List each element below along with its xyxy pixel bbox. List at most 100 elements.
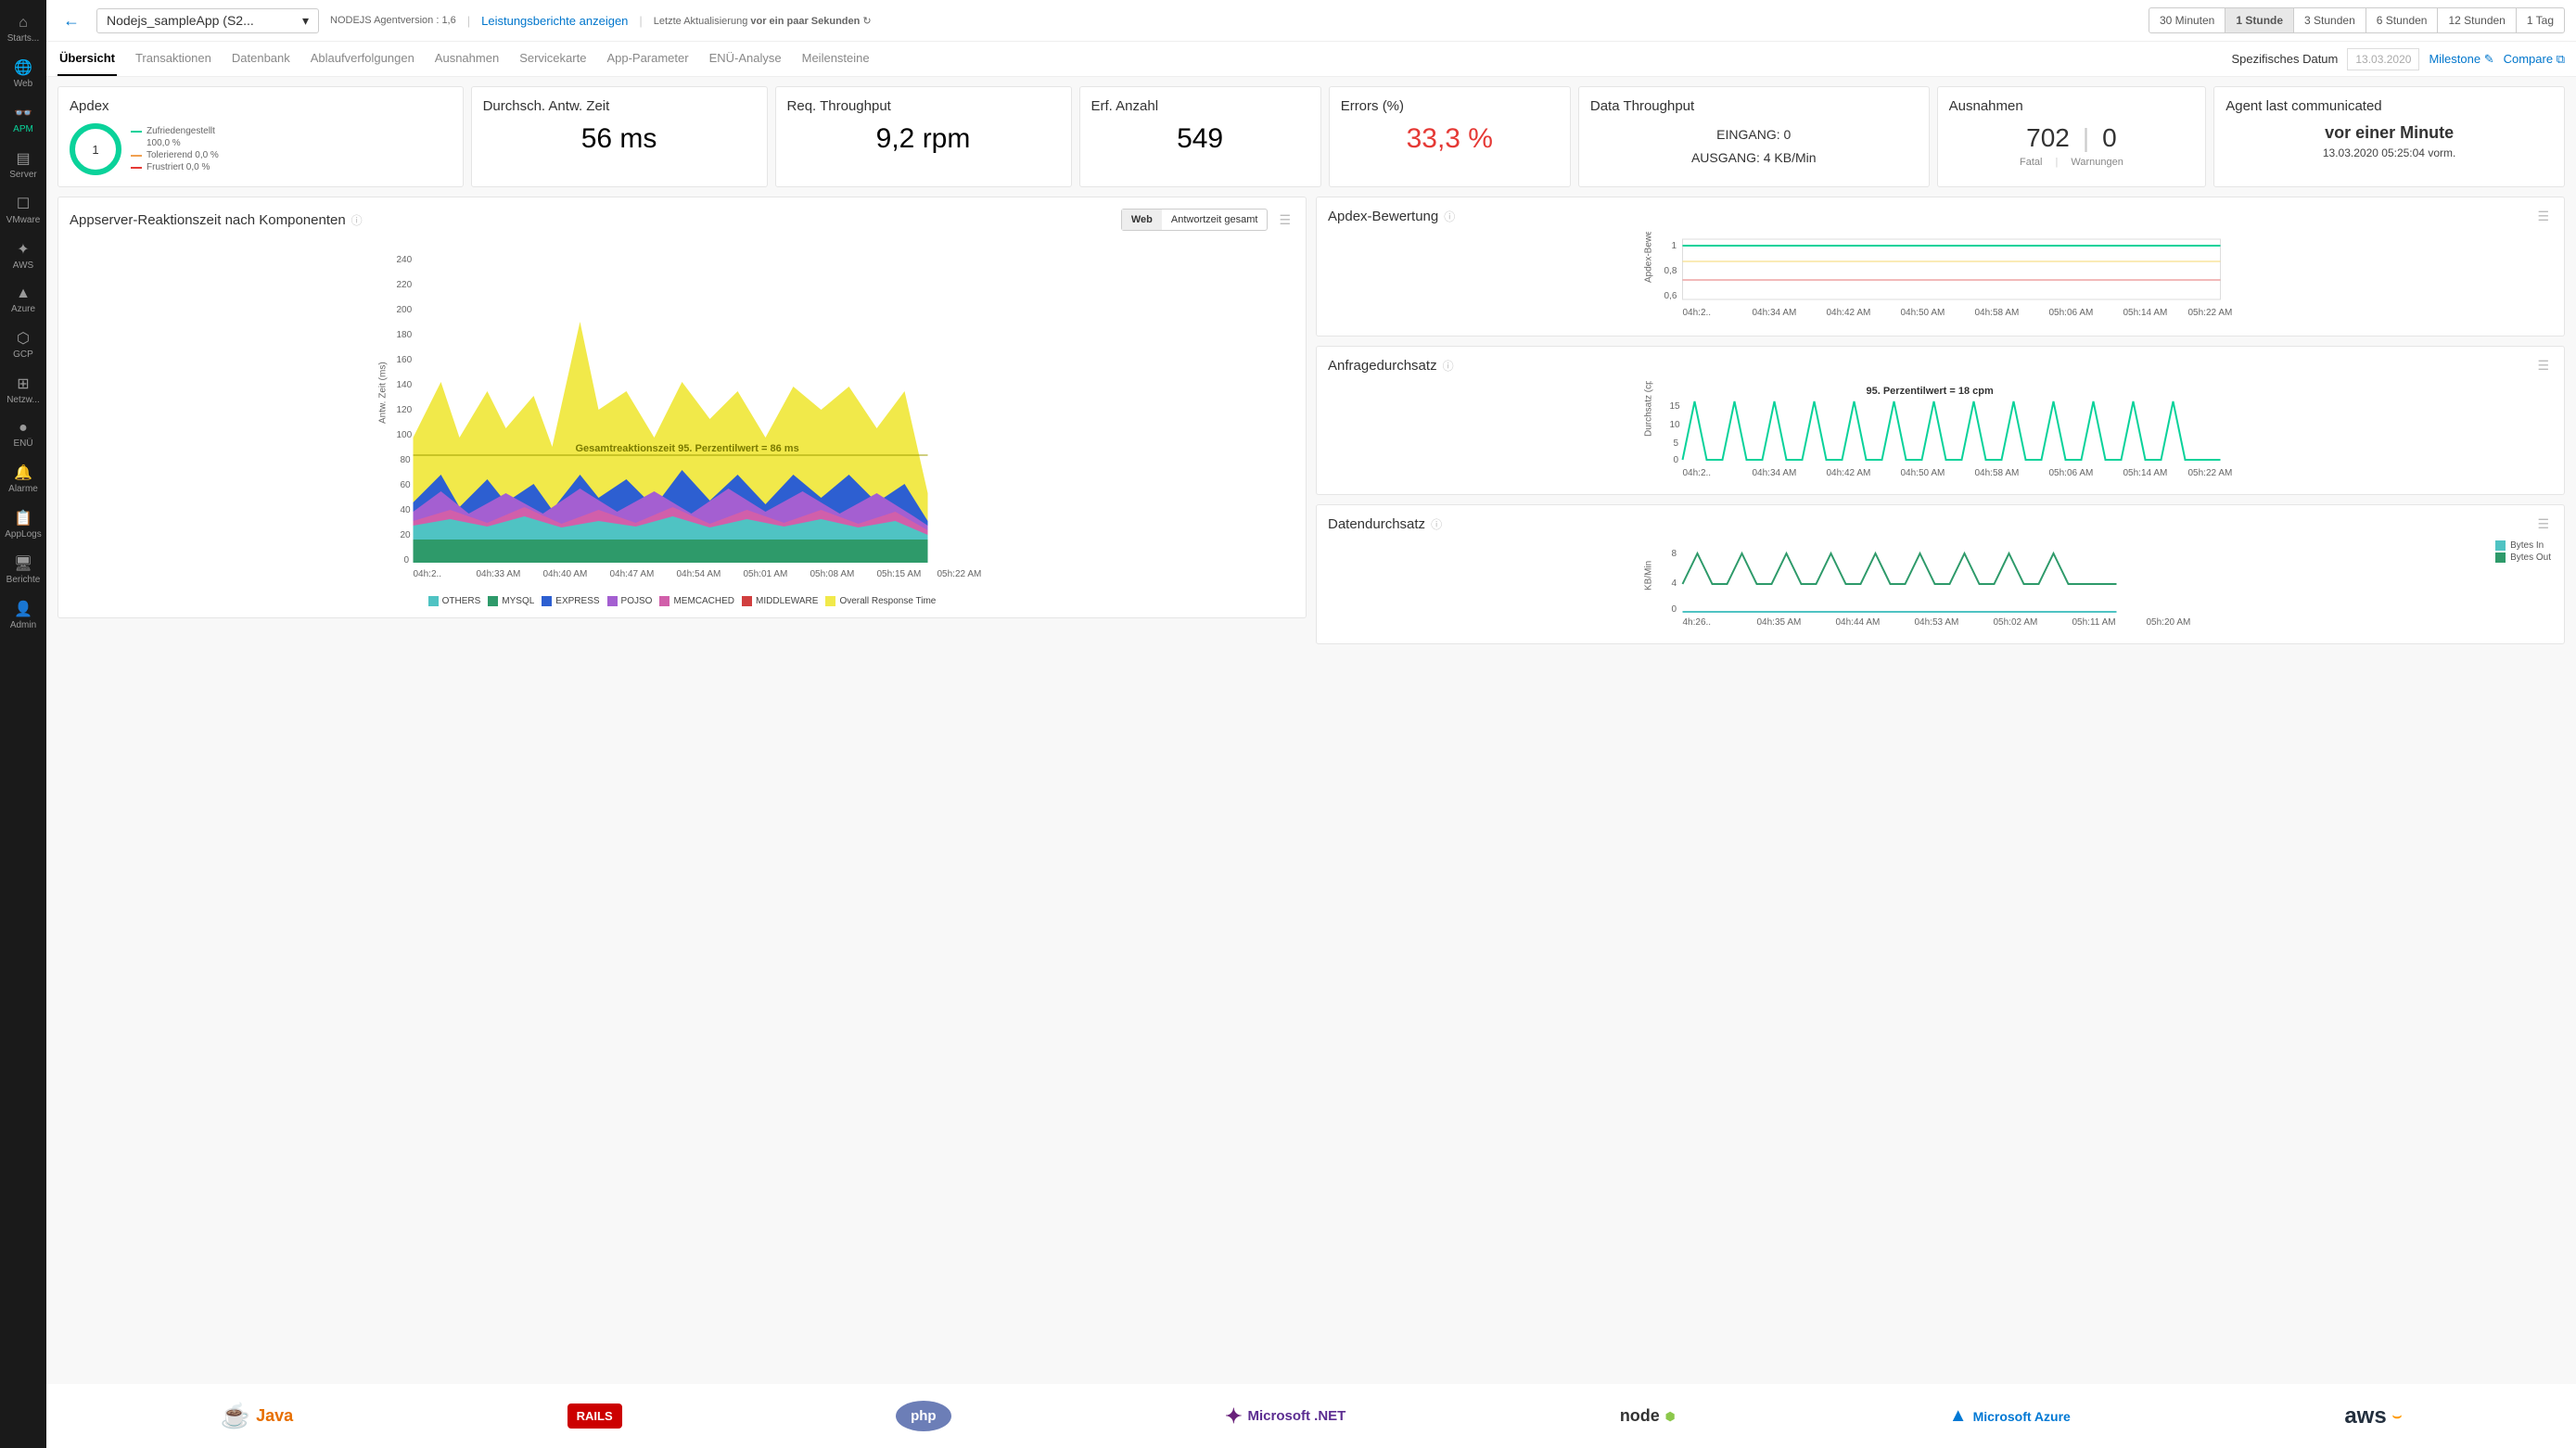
sidebar-item-web[interactable]: 🌐Web xyxy=(0,51,46,96)
chart-toggle: Web Antwortzeit gesamt xyxy=(1121,209,1269,231)
azure-icon: ▲ xyxy=(16,286,31,302)
sidebar-item-applogs[interactable]: 📋AppLogs xyxy=(0,502,46,547)
info-icon[interactable]: ⓘ xyxy=(351,212,363,228)
tab-exceptions[interactable]: Ausnahmen xyxy=(433,42,501,76)
logs-icon: 📋 xyxy=(14,509,32,527)
refresh-icon[interactable]: ↻ xyxy=(862,16,871,27)
tab-app-params[interactable]: App-Parameter xyxy=(605,42,690,76)
sidebar-item-network[interactable]: ⊞Netzw... xyxy=(0,367,46,413)
sidebar-item-start[interactable]: ⌂Starts... xyxy=(0,7,46,51)
response-time-chart: Appserver-Reaktionszeit nach Komponenten… xyxy=(57,197,1307,618)
sidebar-item-admin[interactable]: 👤Admin xyxy=(0,592,46,638)
time-30m[interactable]: 30 Minuten xyxy=(2149,8,2225,32)
svg-text:Antw. Zeit (ms): Antw. Zeit (ms) xyxy=(378,362,389,424)
topbar: ← Nodejs_sampleApp (S2... ▾ NODEJS Agent… xyxy=(46,0,2576,42)
info-icon[interactable]: ⓘ xyxy=(1444,209,1455,224)
svg-text:04h:50 AM: 04h:50 AM xyxy=(1901,468,1945,478)
svg-text:05h:14 AM: 05h:14 AM xyxy=(2123,468,2168,478)
svg-text:05h:11 AM: 05h:11 AM xyxy=(2072,617,2116,628)
milestone-link[interactable]: Milestone ✎ xyxy=(2429,52,2493,67)
footer-logos: ☕Java RAILS php ✦Microsoft .NET node⬢ ▲M… xyxy=(46,1384,2576,1448)
chart-menu-icon[interactable]: ☰ xyxy=(2533,209,2553,224)
sidebar-item-azure[interactable]: ▲Azure xyxy=(0,278,46,322)
chart-menu-icon[interactable]: ☰ xyxy=(1275,212,1294,228)
throughput-card: Req. Throughput 9,2 rpm xyxy=(775,86,1072,187)
tab-traces[interactable]: Ablaufverfolgungen xyxy=(309,42,416,76)
perf-reports-link[interactable]: Leistungsberichte anzeigen xyxy=(481,14,628,28)
svg-text:180: 180 xyxy=(397,330,413,340)
tab-overview[interactable]: Übersicht xyxy=(57,42,117,76)
svg-text:04h:47 AM: 04h:47 AM xyxy=(610,569,655,579)
edit-icon: ✎ xyxy=(2484,52,2494,66)
svg-text:240: 240 xyxy=(397,255,413,265)
time-1h[interactable]: 1 Stunde xyxy=(2225,8,2294,32)
svg-text:Durchsatz (cpm): Durchsatz (cpm) xyxy=(1644,381,1654,437)
sidebar-item-reports[interactable]: 🖥Berichte xyxy=(0,547,46,592)
external-icon: ⧉ xyxy=(2557,52,2565,66)
count-card: Erf. Anzahl 549 xyxy=(1079,86,1321,187)
agent-last-value: vor einer Minute xyxy=(2225,123,2553,143)
bell-icon: 🔔 xyxy=(14,464,32,482)
avg-response-card: Durchsch. Antw. Zeit 56 ms xyxy=(471,86,768,187)
app-selector-dropdown[interactable]: Nodejs_sampleApp (S2... ▾ xyxy=(96,8,319,33)
toggle-web[interactable]: Web xyxy=(1122,210,1162,230)
svg-text:0: 0 xyxy=(404,555,410,565)
vmware-icon: ☐ xyxy=(17,195,30,213)
svg-text:04h:40 AM: 04h:40 AM xyxy=(543,569,588,579)
network-icon: ⊞ xyxy=(17,375,29,393)
app-name: Nodejs_sampleApp (S2... xyxy=(107,13,254,28)
back-arrow-icon[interactable]: ← xyxy=(57,11,85,31)
chevron-down-icon: ▾ xyxy=(302,13,309,29)
svg-text:04h:54 AM: 04h:54 AM xyxy=(677,569,721,579)
agent-timestamp: 13.03.2020 05:25:04 vorm. xyxy=(2225,146,2553,159)
toggle-total[interactable]: Antwortzeit gesamt xyxy=(1162,210,1268,230)
sidebar-item-enu[interactable]: ●ENÜ xyxy=(0,413,46,456)
swatch-icon xyxy=(131,167,142,169)
avg-response-value: 56 ms xyxy=(483,123,756,155)
chart-menu-icon[interactable]: ☰ xyxy=(2533,358,2553,374)
tab-enu-analysis[interactable]: ENÜ-Analyse xyxy=(708,42,784,76)
svg-text:10: 10 xyxy=(1670,420,1681,430)
svg-text:05h:22 AM: 05h:22 AM xyxy=(937,569,982,579)
apdex-title: Apdex xyxy=(70,98,452,114)
sidebar-item-apm[interactable]: 👓APM xyxy=(0,96,46,142)
compare-link[interactable]: Compare ⧉ xyxy=(2504,52,2565,67)
apdex-card: Apdex 1 Zufriedengestellt 100,0 % Toleri… xyxy=(57,86,464,187)
tab-transactions[interactable]: Transaktionen xyxy=(134,42,213,76)
svg-text:05h:14 AM: 05h:14 AM xyxy=(2123,308,2168,318)
tab-milestones[interactable]: Meilensteine xyxy=(800,42,872,76)
time-6h[interactable]: 6 Stunden xyxy=(2366,8,2439,32)
time-3h[interactable]: 3 Stunden xyxy=(2294,8,2366,32)
time-12h[interactable]: 12 Stunden xyxy=(2438,8,2516,32)
sidebar-item-server[interactable]: ▤Server xyxy=(0,142,46,187)
svg-text:05h:06 AM: 05h:06 AM xyxy=(2049,468,2094,478)
svg-text:20: 20 xyxy=(401,530,412,540)
binoculars-icon: 👓 xyxy=(14,104,32,122)
sidebar-item-alarms[interactable]: 🔔Alarme xyxy=(0,456,46,502)
data-throughput-chart: Datendurchsatzⓘ ☰ Bytes In Bytes Out KB/… xyxy=(1316,504,2565,644)
svg-text:0,6: 0,6 xyxy=(1664,291,1677,301)
server-icon: ▤ xyxy=(16,149,30,168)
sidebar-item-aws[interactable]: ✦AWS xyxy=(0,233,46,278)
throughput-svg: Durchsatz (cpm) 151050 95. Perzentilwert… xyxy=(1328,381,2553,483)
date-input[interactable]: 13.03.2020 xyxy=(2347,48,2419,70)
response-time-svg: 020406080 100120140160180 200220240 Antw… xyxy=(70,238,1294,591)
svg-text:KB/Min: KB/Min xyxy=(1644,561,1654,591)
svg-text:04h:2..: 04h:2.. xyxy=(1683,468,1712,478)
sidebar-item-vmware[interactable]: ☐VMware xyxy=(0,187,46,233)
exceptions-card: Ausnahmen 702|0 Fatal|Warnungen xyxy=(1937,86,2207,187)
info-icon[interactable]: ⓘ xyxy=(1431,516,1442,532)
svg-text:04h:58 AM: 04h:58 AM xyxy=(1975,468,2020,478)
info-icon[interactable]: ⓘ xyxy=(1443,358,1454,374)
throughput-value: 9,2 rpm xyxy=(787,123,1060,155)
svg-text:04h:33 AM: 04h:33 AM xyxy=(477,569,521,579)
chart-menu-icon[interactable]: ☰ xyxy=(2533,516,2553,532)
sidebar-item-gcp[interactable]: ⬡GCP xyxy=(0,322,46,367)
tab-database[interactable]: Datenbank xyxy=(230,42,292,76)
response-legend: OTHERS MYSQL EXPRESS POJSO MEMCACHED MID… xyxy=(70,596,1294,606)
tab-servicemap[interactable]: Servicekarte xyxy=(517,42,588,76)
svg-text:5: 5 xyxy=(1674,438,1679,449)
time-1d[interactable]: 1 Tag xyxy=(2517,8,2564,32)
apdex-svg: Apdex-Bewertung 10,80,6 04h:2..04h:34 AM… xyxy=(1328,232,2553,324)
eye-icon: ● xyxy=(19,420,28,437)
